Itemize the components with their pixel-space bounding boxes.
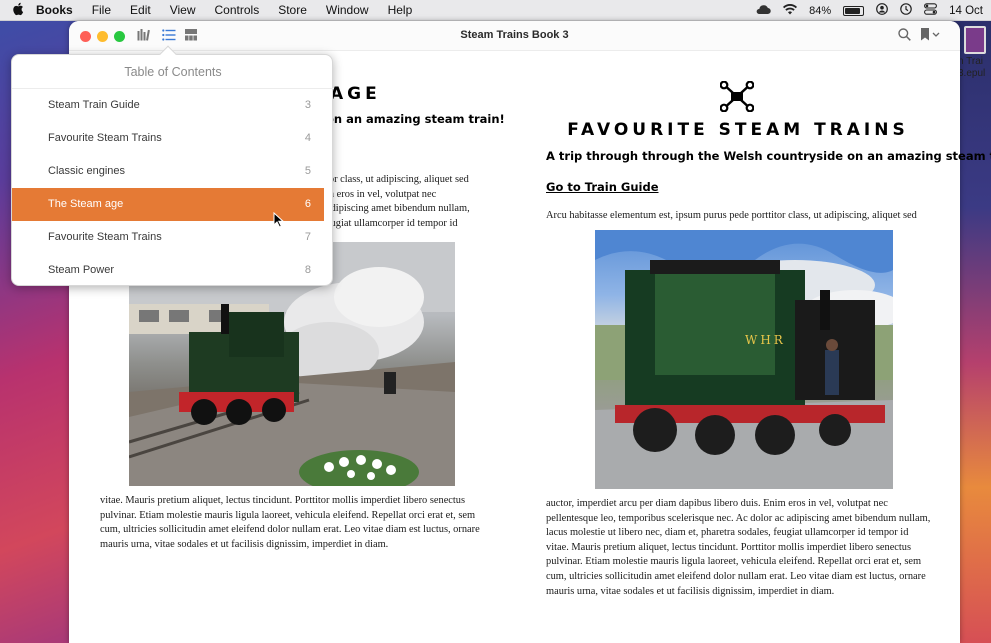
bookmark-icon[interactable] [920,28,940,46]
left-p1-line: m eros in vel, volutpat nec [326,188,437,200]
toc-item-label: Steam Power [48,264,115,276]
pointer-cursor-icon [273,211,285,233]
right-subtitle: A trip through through the Welsh country… [546,149,991,163]
toc-item-page: 3 [304,99,311,111]
menu-controls[interactable]: Controls [215,3,260,17]
steam-train-photo-right: WHR [595,230,893,489]
menu-window[interactable]: Window [326,3,369,17]
toc-item-label: Favourite Steam Trains [48,231,162,243]
search-icon[interactable] [898,28,911,46]
right-chapter-title: FAVOURITE STEAM TRAINS [567,120,909,140]
toc-item-page: 6 [304,198,311,210]
menu-bar: Books File Edit View Controls Store Wind… [0,0,991,21]
toc-item-page: 7 [304,231,311,243]
left-p2-line: pulvinar. Etiam molestie mauris ligula l… [100,509,476,521]
left-p2-line: cum, ultricies sollicitudin amet eleifen… [100,524,480,536]
toc-item-page: 5 [304,165,311,177]
toc-item-label: The Steam age [48,198,124,210]
left-p1-line: eugiat ullamcorper id tempor id [326,217,458,229]
toc-header: Table of Contents [12,55,334,89]
left-p2-line: vitae. Mauris pretium aliquet, lectus ti… [100,495,466,506]
left-p1-line: adipiscing amet bibendum nullam, [326,203,470,215]
toc-item-label: Steam Train Guide [48,99,140,111]
right-p-line: pulvinar. Etiam molestie mauris ligula l… [546,556,922,568]
title-bar: Steam Trains Book 3 [69,21,960,51]
toc-item-label: Favourite Steam Trains [48,132,162,144]
battery-percent: 84% [809,4,832,17]
photo-engine-lettering: WHR [745,333,786,347]
right-p-line: mauris urna, vitae sodales et ut facilis… [546,585,835,597]
user-icon[interactable] [876,3,889,18]
battery-icon[interactable] [843,5,865,16]
toc-item-favourite-steam-trains[interactable]: Favourite Steam Trains 4 [12,122,324,155]
toc-item-label: Classic engines [48,165,126,177]
toc-item-steam-power[interactable]: Steam Power 8 [12,254,324,287]
toc-item-page: 4 [304,132,311,144]
toc-item-steam-train-guide[interactable]: Steam Train Guide 3 [12,89,324,122]
cloud-icon[interactable] [755,4,771,18]
go-to-train-guide-link[interactable]: Go to Train Guide [546,180,659,194]
menu-store[interactable]: Store [278,3,307,17]
right-p-line: pellentesque leo, temporibus scelerisque… [546,512,931,524]
left-p2-line: mauris urna, vitae sodales et ut facilis… [100,538,389,550]
time-machine-icon[interactable] [900,3,912,18]
chapter-logo-icon [719,80,755,117]
control-center-icon[interactable] [924,3,938,18]
right-intro: Arcu habitasse elementum est, ipsum puru… [546,210,917,221]
desktop-epub-file-icon[interactable] [964,26,986,54]
window-title: Steam Trains Book 3 [460,29,569,41]
right-p-line: lacus molestie ut libero nec, diam et, p… [546,527,909,539]
file-label-line2: 3.epul [958,68,986,79]
menu-edit[interactable]: Edit [130,3,151,17]
menu-help[interactable]: Help [388,3,413,17]
apple-icon[interactable] [0,2,36,19]
desktop-file-label[interactable]: n Trai 3.epul [958,56,991,80]
right-p-line: vitae. Mauris pretium aliquet, lectus ti… [546,541,912,553]
right-paragraph: auctor, imperdiet arcu per diam dapibus … [546,497,936,599]
menu-view[interactable]: View [170,3,196,17]
menu-app-name[interactable]: Books [36,3,73,17]
left-paragraph-1: tor class, ut adipiscing, aliquet sed m … [326,173,486,231]
menu-file[interactable]: File [92,3,111,17]
menu-date[interactable]: 14 Oct [949,5,983,17]
left-paragraph-2: vitae. Mauris pretium aliquet, lectus ti… [100,494,500,552]
toc-item-classic-engines[interactable]: Classic engines 5 [12,155,324,188]
right-p-line: auctor, imperdiet arcu per diam dapibus … [546,498,888,509]
file-label-line1: n Trai [958,56,984,67]
right-p-line: cum, ultricies sollicitudin amet eleifen… [546,570,926,582]
status-area: 84% 14 Oct [755,0,991,21]
left-subtitle: on an amazing steam train! [326,112,505,126]
toc-item-page: 8 [304,264,311,276]
wifi-icon[interactable] [783,3,798,18]
table-of-contents-popover: Table of Contents Steam Train Guide 3 Fa… [11,45,334,287]
left-chapter-title: AGE [330,84,381,104]
left-p1-line: tor class, ut adipiscing, aliquet sed [326,174,469,185]
